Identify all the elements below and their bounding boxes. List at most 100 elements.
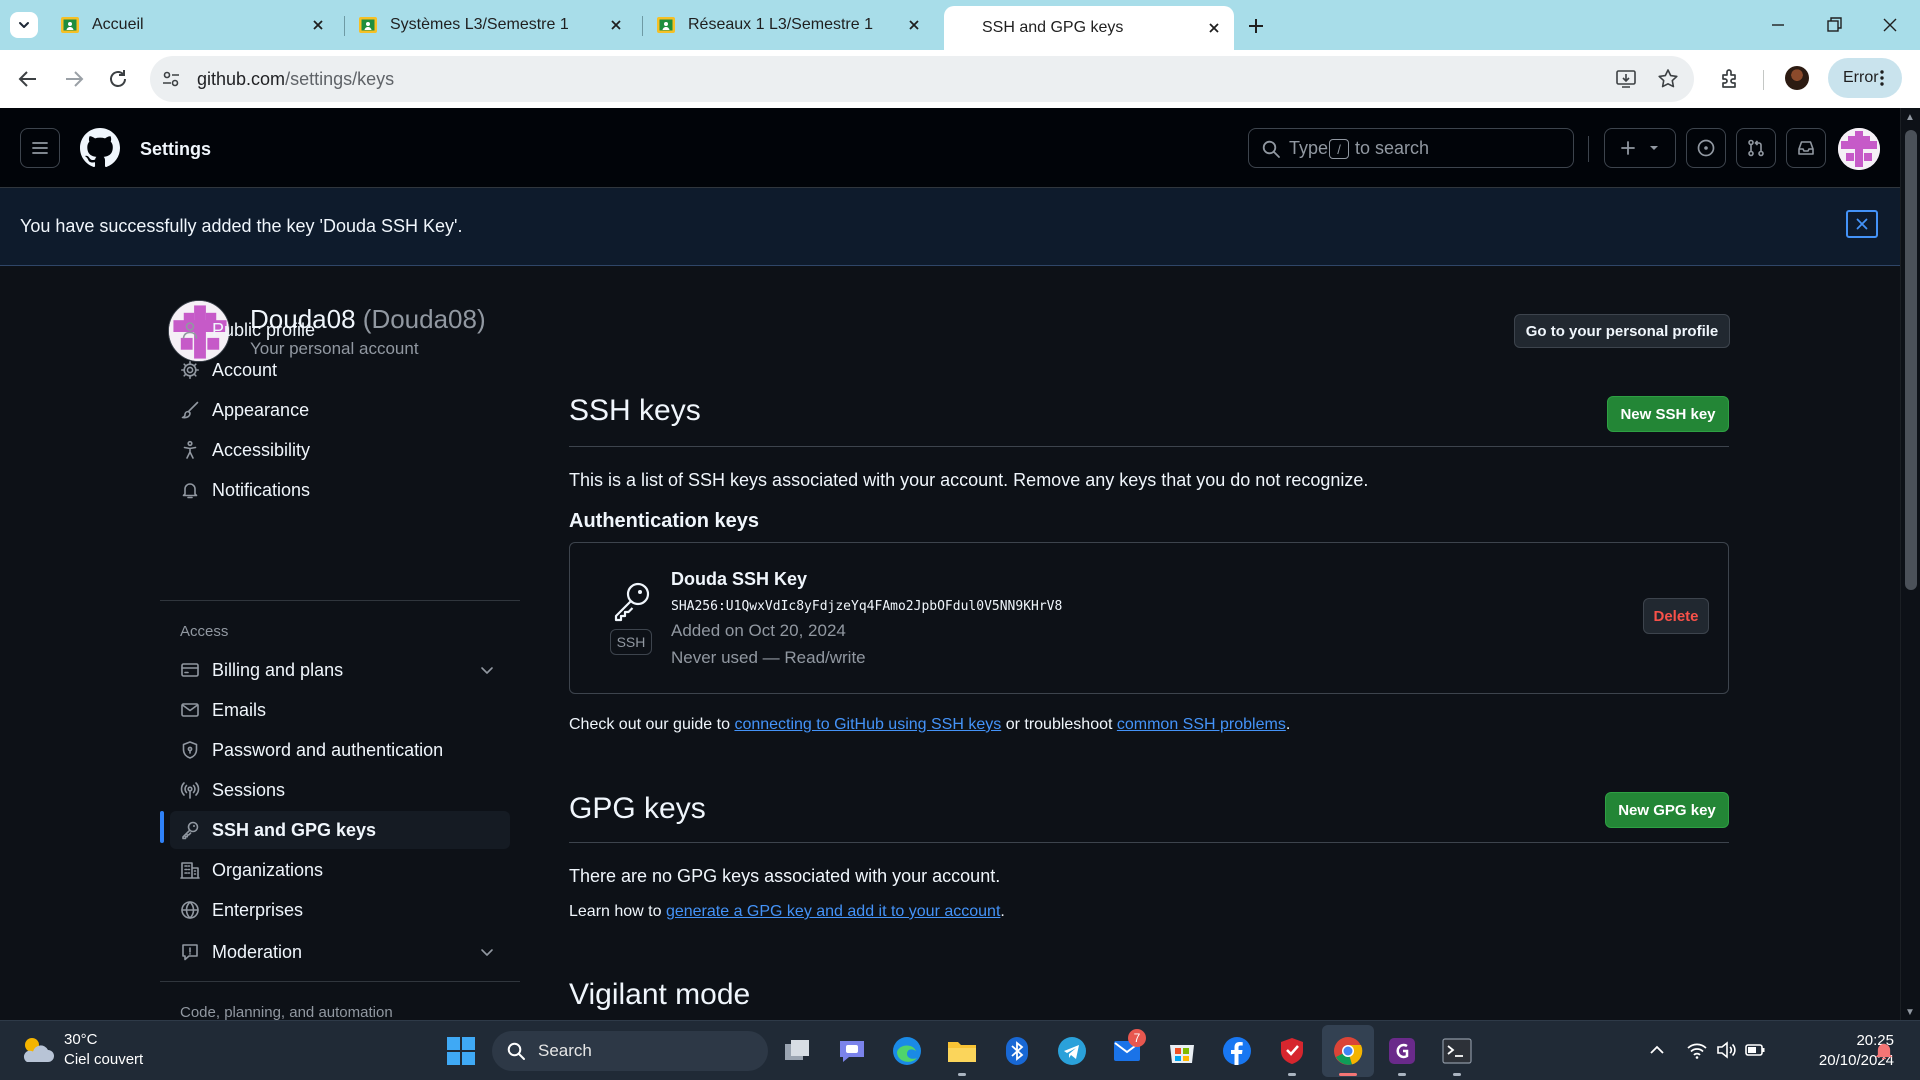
sidebar-item-public-profile[interactable]: Public profile xyxy=(170,311,510,349)
minimize-icon[interactable] xyxy=(1766,14,1790,36)
reload-icon[interactable] xyxy=(104,65,132,93)
back-icon[interactable] xyxy=(14,65,42,93)
close-tab-icon[interactable] xyxy=(906,17,922,33)
page-scrollbar[interactable]: ▲ ▼ xyxy=(1900,108,1920,1020)
url-text: github.com/settings/keys xyxy=(197,69,394,90)
create-new-button[interactable] xyxy=(1604,128,1676,168)
tab-systemes[interactable]: Systèmes L3/Semestre 1 xyxy=(346,6,636,44)
ssh-keys-heading: SSH keys xyxy=(569,394,701,427)
dismiss-flash-button[interactable] xyxy=(1846,210,1878,238)
bluetooth-icon[interactable] xyxy=(1000,1034,1034,1068)
active-indicator xyxy=(1339,1073,1357,1076)
user-avatar-menu[interactable] xyxy=(1838,128,1880,170)
cloudy-weather-icon[interactable] xyxy=(18,1033,56,1067)
chrome-browser-icon[interactable] xyxy=(1331,1034,1365,1068)
pdf-editor-icon[interactable] xyxy=(1385,1034,1419,1068)
page-title: Settings xyxy=(140,139,212,159)
sidebar-item-label: Public profile xyxy=(212,319,316,340)
sidebar-item-label: Moderation xyxy=(212,941,303,962)
taskbar-search[interactable]: Search xyxy=(492,1031,768,1071)
sidebar-item-sessions[interactable]: Sessions xyxy=(170,771,510,809)
generate-gpg-key-link[interactable]: generate a GPG key and add it to your ac… xyxy=(666,903,1000,920)
scroll-down-arrow-icon[interactable]: ▼ xyxy=(1905,1007,1915,1018)
close-tab-icon[interactable] xyxy=(310,17,326,33)
sidebar-item-emails[interactable]: Emails xyxy=(170,691,510,729)
sidebar-item-organizations[interactable]: Organizations xyxy=(170,851,510,889)
paintbrush-icon xyxy=(181,401,199,419)
address-bar[interactable]: github.com/settings/keys xyxy=(150,56,1694,102)
settings-content: Douda08 (Douda08) Your personal account … xyxy=(0,266,1900,1020)
tab-search-dropdown[interactable] xyxy=(10,12,38,38)
scroll-up-arrow-icon[interactable]: ▲ xyxy=(1905,112,1915,123)
close-window-icon[interactable] xyxy=(1878,14,1902,36)
browser-profile-avatar[interactable] xyxy=(1785,66,1809,90)
sidebar-item-enterprises[interactable]: Enterprises xyxy=(170,891,510,929)
telegram-icon[interactable] xyxy=(1055,1034,1089,1068)
task-view-icon[interactable] xyxy=(781,1034,815,1068)
new-tab-icon[interactable] xyxy=(1244,14,1268,38)
sidebar-item-label: Emails xyxy=(212,699,267,720)
close-tab-icon[interactable] xyxy=(1206,20,1222,36)
sidebar-item-moderation[interactable]: Moderation xyxy=(170,933,510,971)
extensions-icon[interactable] xyxy=(1718,66,1744,92)
chevron-down-icon xyxy=(19,22,29,28)
search-input[interactable]: Type / to search xyxy=(1248,128,1574,168)
security-shield-icon[interactable] xyxy=(1275,1034,1309,1068)
pull-requests-button[interactable] xyxy=(1736,128,1776,168)
forward-icon[interactable] xyxy=(60,65,88,93)
sidebar-item-password-auth[interactable]: Password and authentication xyxy=(170,731,510,769)
new-gpg-key-button[interactable]: New GPG key xyxy=(1605,792,1729,828)
tab-divider xyxy=(344,16,345,36)
bell-icon xyxy=(182,483,198,499)
tab-accueil[interactable]: Accueil xyxy=(48,6,338,44)
taskbar-search-label: Search xyxy=(538,1041,592,1060)
sidebar-item-appearance[interactable]: Appearance xyxy=(170,391,510,429)
battery-icon[interactable] xyxy=(1744,1039,1766,1061)
notifications-inbox-button[interactable] xyxy=(1786,128,1826,168)
site-settings-icon[interactable] xyxy=(160,68,182,90)
hamburger-icon xyxy=(32,142,48,154)
wifi-icon[interactable] xyxy=(1686,1039,1708,1061)
chevron-down-icon[interactable] xyxy=(478,661,496,679)
github-logo-icon[interactable] xyxy=(80,128,120,168)
sidebar-item-account[interactable]: Account xyxy=(170,351,510,389)
sidebar-item-accessibility[interactable]: Accessibility xyxy=(170,431,510,469)
teams-chat-icon[interactable] xyxy=(835,1034,869,1068)
sidebar-item-label: Account xyxy=(212,359,278,380)
tab-ssh-gpg-keys[interactable]: SSH and GPG keys xyxy=(944,6,1234,50)
profile-error-button[interactable]: Error xyxy=(1828,58,1902,98)
chevron-up-icon[interactable] xyxy=(1646,1039,1668,1061)
scrollbar-thumb[interactable] xyxy=(1905,130,1917,590)
issues-button[interactable] xyxy=(1686,128,1726,168)
restore-icon[interactable] xyxy=(1822,14,1846,36)
sidebar-item-notifications[interactable]: Notifications xyxy=(170,471,510,509)
windows-start-icon[interactable] xyxy=(445,1035,477,1067)
new-ssh-key-button[interactable]: New SSH key xyxy=(1607,396,1729,432)
edge-browser-icon[interactable] xyxy=(890,1034,924,1068)
facebook-icon[interactable] xyxy=(1220,1034,1254,1068)
key-fingerprint: SHA256:U1QwxVdIc8yFdjzeYq4FAmo2JpbOFdul0… xyxy=(671,599,1063,614)
notification-bell-icon[interactable] xyxy=(1874,1041,1894,1061)
volume-icon[interactable] xyxy=(1715,1039,1737,1061)
connecting-ssh-guide-link[interactable]: connecting to GitHub using SSH keys xyxy=(734,716,1001,733)
learn-suffix: . xyxy=(1000,903,1005,920)
bookmark-star-icon[interactable] xyxy=(1656,67,1680,91)
close-tab-icon[interactable] xyxy=(608,17,624,33)
install-app-icon[interactable] xyxy=(1614,67,1638,91)
sidebar-item-ssh-gpg-keys[interactable]: SSH and GPG keys xyxy=(170,811,510,849)
microsoft-store-icon[interactable] xyxy=(1165,1034,1199,1068)
delete-key-button[interactable]: Delete xyxy=(1643,598,1709,634)
broadcast-icon xyxy=(180,782,200,799)
identicon-avatar-icon xyxy=(1838,128,1880,170)
chevron-down-icon[interactable] xyxy=(478,943,496,961)
file-explorer-icon[interactable] xyxy=(945,1034,979,1068)
tab-reseaux[interactable]: Réseaux 1 L3/Semestre 1 xyxy=(644,6,934,44)
sidebar-item-billing[interactable]: Billing and plans xyxy=(170,651,510,689)
more-menu-icon[interactable] xyxy=(1872,68,1892,88)
open-menu-button[interactable] xyxy=(20,128,60,168)
key-icon xyxy=(182,821,199,840)
sidebar-heading-code: Code, planning, and automation xyxy=(180,1004,393,1020)
accessibility-icon xyxy=(183,440,197,459)
common-ssh-problems-link[interactable]: common SSH problems xyxy=(1117,716,1286,733)
terminal-icon[interactable] xyxy=(1440,1034,1474,1068)
